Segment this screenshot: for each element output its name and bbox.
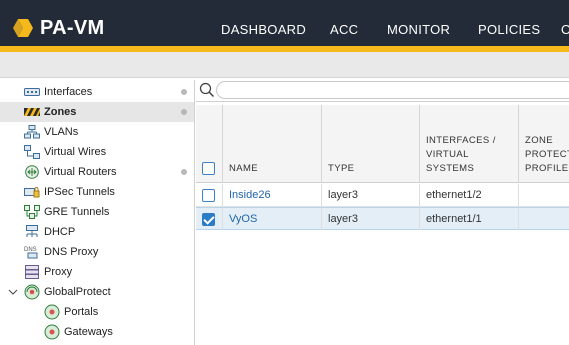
search-input[interactable] <box>216 81 569 99</box>
table-row[interactable]: VyOS layer3 ethernet1/1 <box>196 207 569 230</box>
row-checkbox-cell <box>196 208 223 230</box>
app-logo[interactable]: PA-VM <box>12 15 104 41</box>
nav-acc[interactable]: ACC <box>330 22 358 40</box>
interfaces-icon <box>24 85 40 99</box>
sidebar-item-gateways[interactable]: Gateways <box>0 322 194 342</box>
column-header-interfaces[interactable]: INTERFACES / VIRTUAL SYSTEMS <box>420 105 519 183</box>
ipsec-tunnels-icon <box>24 185 40 199</box>
sidebar-item-label: IPSec Tunnels <box>44 186 115 198</box>
sub-toolbar <box>0 52 569 78</box>
dns-icon-text: DNS <box>24 247 37 253</box>
zone-interfaces: ethernet1/2 <box>420 184 519 206</box>
zone-type: layer3 <box>322 184 420 206</box>
portals-icon <box>44 304 60 320</box>
globalprotect-icon <box>24 284 40 300</box>
dhcp-icon <box>24 225 40 239</box>
sidebar-item-label: Gateways <box>64 326 113 338</box>
sidebar-item-vlans[interactable]: VLANs <box>0 122 194 142</box>
column-header-type[interactable]: TYPE <box>322 105 420 183</box>
sidebar-item-gre-tunnels[interactable]: GRE Tunnels <box>0 202 194 222</box>
nav-objects[interactable]: O <box>561 22 569 40</box>
sidebar-item-virtual-wires[interactable]: Virtual Wires <box>0 142 194 162</box>
column-header-zone-protection-profile[interactable]: ZONE PROTECT PROFILE <box>519 105 569 183</box>
sidebar-item-label: GRE Tunnels <box>44 206 110 218</box>
gateways-icon <box>44 324 60 340</box>
main-content: NAME TYPE INTERFACES / VIRTUAL SYSTEMS Z… <box>196 80 569 345</box>
proxy-icon <box>24 265 40 279</box>
sidebar-item-label: Proxy <box>44 266 73 278</box>
column-header-name[interactable]: NAME <box>223 105 322 183</box>
sidebar-item-label: Virtual Wires <box>44 146 107 158</box>
dns-proxy-icon: DNS <box>24 245 40 259</box>
status-dot <box>181 169 187 175</box>
status-dot <box>181 89 187 95</box>
nav-monitor[interactable]: MONITOR <box>387 22 450 40</box>
virtual-wires-icon <box>24 145 40 159</box>
row-checkbox-cell <box>196 184 223 206</box>
zones-icon <box>24 105 40 119</box>
sidebar-item-ipsec-tunnels[interactable]: IPSec Tunnels <box>0 182 194 202</box>
sidebar-item-portals[interactable]: Portals <box>0 302 194 322</box>
nav-policies[interactable]: POLICIES <box>478 22 540 40</box>
sidebar-item-label: DHCP <box>44 226 76 238</box>
status-dot <box>181 109 187 115</box>
paloalto-logo-icon <box>12 17 34 39</box>
sidebar-item-label: Interfaces <box>44 86 93 98</box>
row-checkbox[interactable] <box>202 188 215 202</box>
search-icon[interactable] <box>199 82 215 98</box>
app-logo-text: PA-VM <box>40 16 105 39</box>
sidebar-item-dns-proxy[interactable]: DNS DNS Proxy <box>0 242 194 262</box>
sidebar-item-label: GlobalProtect <box>44 286 111 298</box>
sidebar-item-label: Portals <box>64 306 99 318</box>
gre-tunnels-icon <box>24 205 40 219</box>
zone-protection-profile <box>519 184 569 206</box>
zone-name-link[interactable]: VyOS <box>223 208 322 230</box>
sidebar-item-proxy[interactable]: Proxy <box>0 262 194 282</box>
row-checkbox[interactable] <box>202 212 215 226</box>
nav-dashboard[interactable]: DASHBOARD <box>221 22 306 40</box>
select-all-header <box>196 105 223 183</box>
search-bar <box>196 80 569 102</box>
sidebar-item-label: Virtual Routers <box>44 166 117 178</box>
zone-interfaces: ethernet1/1 <box>420 208 519 230</box>
sidebar-item-label: DNS Proxy <box>44 246 99 258</box>
table-row[interactable]: Inside26 layer3 ethernet1/2 <box>196 184 569 207</box>
zone-protection-profile <box>519 208 569 230</box>
table-header: NAME TYPE INTERFACES / VIRTUAL SYSTEMS Z… <box>196 105 569 183</box>
sidebar-item-label: VLANs <box>44 126 79 138</box>
sidebar-item-globalprotect[interactable]: GlobalProtect <box>0 282 194 302</box>
select-all-checkbox[interactable] <box>202 162 215 175</box>
chevron-down-icon[interactable] <box>8 287 18 297</box>
sidebar: Interfaces Zones VLANs Virtual Wires Vir… <box>0 80 195 345</box>
virtual-routers-icon <box>24 165 40 179</box>
zone-type: layer3 <box>322 208 420 230</box>
zone-name-link[interactable]: Inside26 <box>223 184 322 206</box>
sidebar-item-zones[interactable]: Zones <box>0 102 194 122</box>
sidebar-item-dhcp[interactable]: DHCP <box>0 222 194 242</box>
sidebar-item-interfaces[interactable]: Interfaces <box>0 82 194 102</box>
sidebar-item-virtual-routers[interactable]: Virtual Routers <box>0 162 194 182</box>
sidebar-item-label: Zones <box>44 106 77 118</box>
vlans-icon <box>24 125 40 139</box>
